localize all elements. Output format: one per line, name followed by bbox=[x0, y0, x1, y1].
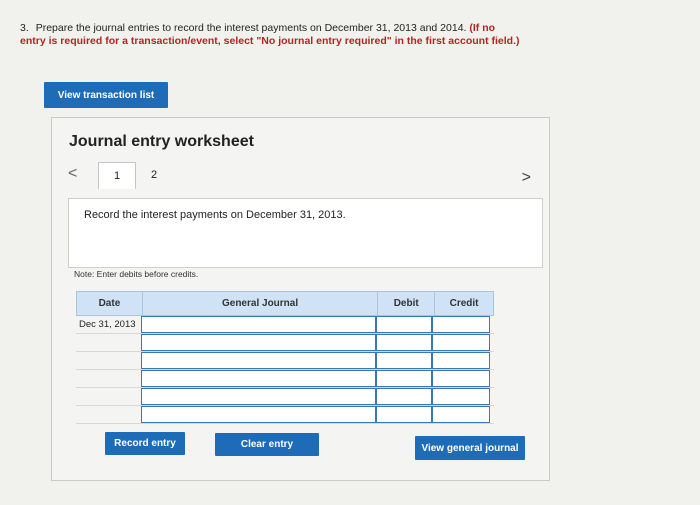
debit-input[interactable] bbox=[376, 406, 432, 423]
credit-input[interactable] bbox=[432, 316, 490, 333]
date-cell bbox=[76, 334, 141, 351]
date-cell bbox=[76, 370, 141, 387]
table-row: Dec 31, 2013 bbox=[76, 316, 494, 334]
view-general-journal-button[interactable]: View general journal bbox=[415, 436, 525, 460]
journal-table: Date General Journal Debit Credit Dec 31… bbox=[76, 291, 494, 424]
table-header: Date General Journal Debit Credit bbox=[76, 291, 494, 316]
table-row bbox=[76, 406, 494, 424]
question-prompt: 3. Prepare the journal entries to record… bbox=[20, 22, 520, 48]
account-input[interactable] bbox=[141, 316, 376, 333]
date-cell bbox=[76, 388, 141, 405]
tab-1[interactable]: 1 bbox=[98, 162, 136, 189]
journal-entry-worksheet: Journal entry worksheet < 1 2 > Record t… bbox=[51, 117, 550, 481]
instruction-text: Record the interest payments on December… bbox=[84, 209, 346, 221]
question-number: 3. bbox=[20, 22, 29, 34]
date-cell bbox=[76, 406, 141, 423]
credit-input[interactable] bbox=[432, 370, 490, 387]
account-input[interactable] bbox=[141, 388, 376, 405]
chevron-right-icon[interactable]: > bbox=[522, 169, 531, 187]
account-input[interactable] bbox=[141, 370, 376, 387]
table-row bbox=[76, 334, 494, 352]
view-transaction-list-button[interactable]: View transaction list bbox=[44, 82, 168, 108]
column-header-credit: Credit bbox=[434, 292, 493, 315]
table-row bbox=[76, 388, 494, 406]
debit-credit-note: Note: Enter debits before credits. bbox=[74, 269, 199, 279]
question-text: Prepare the journal entries to record th… bbox=[35, 22, 467, 34]
debit-input[interactable] bbox=[376, 370, 432, 387]
clear-entry-button[interactable]: Clear entry bbox=[215, 433, 319, 456]
record-entry-button[interactable]: Record entry bbox=[105, 432, 185, 455]
account-input[interactable] bbox=[141, 406, 376, 423]
column-header-debit: Debit bbox=[377, 292, 434, 315]
credit-input[interactable] bbox=[432, 388, 490, 405]
account-input[interactable] bbox=[141, 352, 376, 369]
instruction-box: Record the interest payments on December… bbox=[68, 198, 543, 268]
credit-input[interactable] bbox=[432, 334, 490, 351]
date-cell[interactable]: Dec 31, 2013 bbox=[76, 316, 141, 333]
table-row bbox=[76, 370, 494, 388]
tab-2[interactable]: 2 bbox=[136, 162, 172, 188]
date-cell bbox=[76, 352, 141, 369]
chevron-left-icon[interactable]: < bbox=[68, 165, 77, 183]
worksheet-title: Journal entry worksheet bbox=[69, 133, 254, 150]
debit-input[interactable] bbox=[376, 316, 432, 333]
column-header-date: Date bbox=[98, 298, 121, 309]
table-row bbox=[76, 352, 494, 370]
debit-input[interactable] bbox=[376, 388, 432, 405]
worksheet-tabs: 1 2 bbox=[98, 162, 172, 189]
credit-input[interactable] bbox=[432, 406, 490, 423]
debit-input[interactable] bbox=[376, 352, 432, 369]
column-header-general-journal: General Journal bbox=[141, 292, 377, 315]
credit-input[interactable] bbox=[432, 352, 490, 369]
account-input[interactable] bbox=[141, 334, 376, 351]
debit-input[interactable] bbox=[376, 334, 432, 351]
